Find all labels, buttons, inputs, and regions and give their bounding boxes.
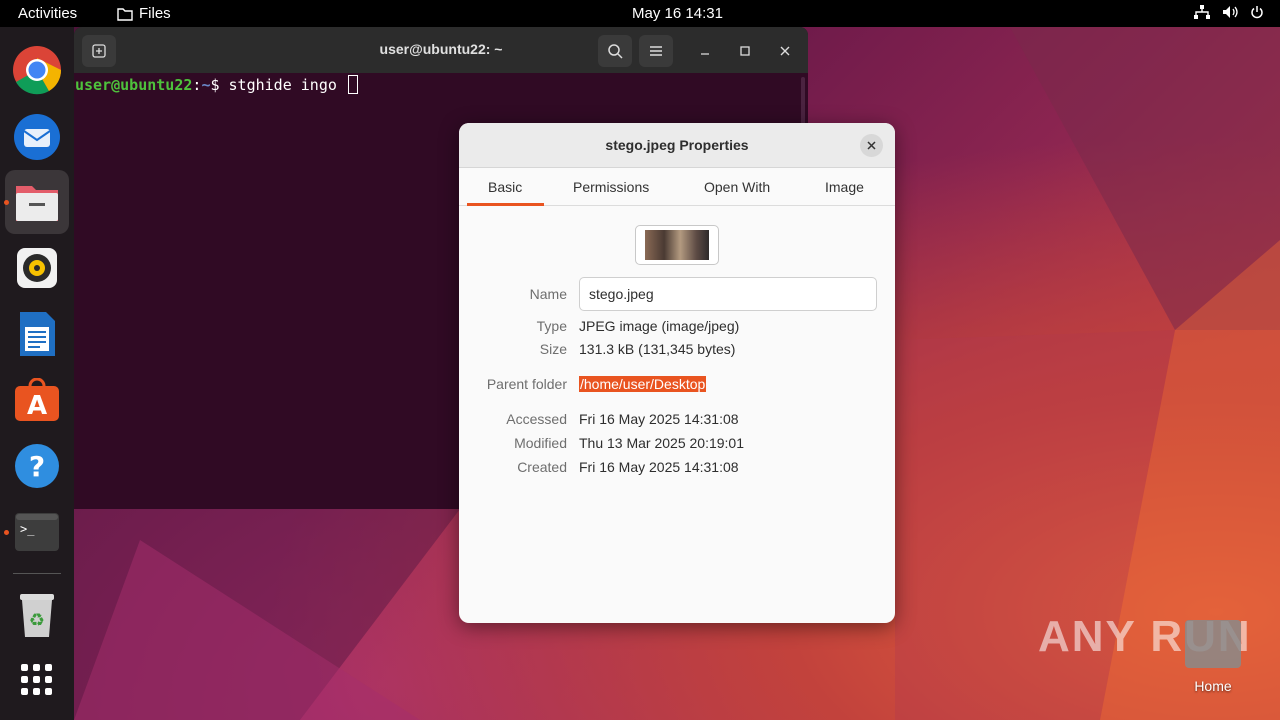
dialog-header[interactable]: stego.jpeg Properties — [459, 123, 895, 168]
dock: A ? >_ ♻ — [0, 27, 74, 720]
thumbnail-image — [645, 230, 709, 260]
text-cursor — [347, 75, 358, 94]
file-thumbnail — [635, 225, 719, 265]
help-launcher[interactable]: ? — [5, 434, 69, 498]
dialog-title: stego.jpeg Properties — [605, 137, 749, 153]
tab-open-with[interactable]: Open With — [704, 179, 770, 195]
created-label: Created — [517, 459, 567, 475]
modified-label: Modified — [514, 435, 567, 451]
accessed-value: Fri 16 May 2025 14:31:08 — [579, 411, 739, 427]
terminal-icon: >_ — [15, 513, 59, 551]
svg-text:>_: >_ — [20, 522, 35, 536]
typed-command: stghide ingo — [228, 76, 346, 94]
parent-folder-link[interactable]: /home/user/Desktop — [579, 376, 707, 392]
files-launcher[interactable] — [5, 170, 69, 234]
close-icon — [780, 46, 790, 56]
name-label: Name — [529, 286, 567, 302]
search-icon — [607, 43, 623, 59]
thunderbird-launcher[interactable] — [5, 104, 69, 168]
svg-text:♻: ♻ — [29, 610, 45, 631]
writer-icon — [20, 312, 55, 356]
maximize-button[interactable] — [734, 40, 756, 62]
close-icon — [867, 141, 876, 150]
chrome-icon — [13, 46, 62, 95]
top-bar: Activities Files May 16 14:31 — [0, 0, 1280, 27]
maximize-icon — [740, 46, 750, 56]
trash-icon: ♻ — [20, 594, 54, 637]
trash-launcher[interactable]: ♻ — [5, 583, 69, 647]
size-label: Size — [539, 341, 567, 357]
modified-value: Thu 13 Mar 2025 20:19:01 — [579, 435, 745, 451]
terminal-launcher[interactable]: >_ — [5, 500, 69, 564]
tab-basic[interactable]: Basic — [488, 179, 522, 195]
tab-bar: Basic Permissions Open With Image — [459, 168, 895, 206]
menu-button[interactable] — [639, 35, 673, 67]
system-tray[interactable] — [1194, 5, 1264, 19]
clock[interactable]: May 16 14:31 — [0, 5, 1280, 22]
home-folder-icon[interactable] — [1185, 620, 1241, 668]
svg-text:?: ? — [29, 450, 45, 483]
type-label: Type — [536, 318, 567, 334]
created-value: Fri 16 May 2025 14:31:08 — [579, 459, 739, 475]
rhythmbox-launcher[interactable] — [5, 236, 69, 300]
running-indicator — [4, 530, 9, 535]
tab-permissions[interactable]: Permissions — [573, 179, 649, 195]
active-tab-indicator — [467, 203, 544, 206]
volume-icon — [1223, 6, 1238, 18]
accessed-label: Accessed — [506, 411, 567, 427]
rhythmbox-icon — [17, 248, 57, 288]
files-icon — [16, 186, 58, 221]
prompt-user-host: user@ubuntu22 — [75, 76, 193, 94]
parent-folder-label: Parent folder — [486, 376, 567, 392]
chrome-launcher[interactable] — [5, 38, 69, 102]
thunderbird-icon — [14, 114, 60, 160]
type-value: JPEG image (image/jpeg) — [579, 318, 740, 334]
name-field[interactable]: stego.jpeg — [579, 277, 877, 311]
network-icon — [1194, 5, 1210, 19]
dialog-close-button[interactable] — [860, 134, 883, 157]
show-apps-button[interactable] — [5, 648, 69, 712]
software-store-icon: A — [15, 378, 59, 421]
help-icon: ? — [15, 444, 59, 488]
running-indicator — [4, 200, 9, 205]
tab-image[interactable]: Image — [825, 179, 864, 195]
minimize-icon — [701, 53, 709, 55]
terminal-header-bar[interactable]: user@ubuntu22: ~ — [74, 27, 808, 73]
properties-dialog[interactable]: stego.jpeg Properties Basic Permissions … — [459, 123, 895, 623]
minimize-button[interactable] — [694, 40, 716, 62]
terminal-output[interactable]: user@ubuntu22:~$ stghide ingo — [74, 73, 808, 97]
close-button[interactable] — [774, 40, 796, 62]
ubuntu-software-launcher[interactable]: A — [5, 368, 69, 432]
power-icon — [1251, 6, 1263, 19]
hamburger-icon — [650, 46, 662, 56]
prompt-symbol: $ — [210, 76, 229, 94]
size-value: 131.3 kB (131,345 bytes) — [579, 341, 736, 357]
app-grid-icon — [21, 664, 52, 695]
home-folder-label[interactable]: Home — [1175, 678, 1251, 694]
writer-launcher[interactable] — [5, 302, 69, 366]
search-button[interactable] — [598, 35, 632, 67]
dock-separator — [13, 573, 61, 574]
svg-text:A: A — [27, 391, 47, 421]
